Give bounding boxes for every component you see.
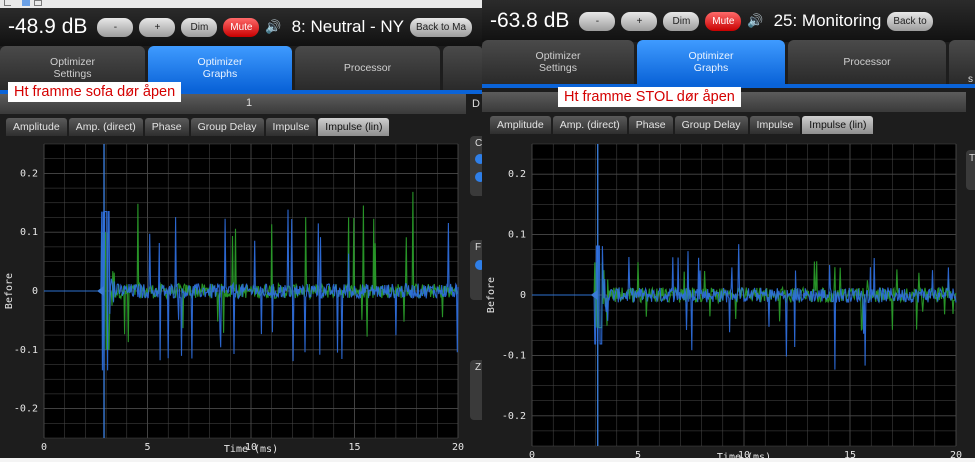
tab-amp-direct[interactable]: Amp. (direct)	[552, 116, 627, 134]
volume-down-button[interactable]: -	[579, 11, 616, 31]
y-tick-label: 0.1	[20, 227, 38, 238]
tab-label-line2: Settings	[539, 62, 577, 74]
radio-icon[interactable]	[475, 154, 482, 164]
tab-phase[interactable]: Phase	[144, 118, 189, 136]
mute-button[interactable]: Mute	[705, 11, 742, 31]
tab-impulse-lin[interactable]: Impulse (lin)	[318, 118, 390, 136]
tab-label-line1: Optimizer	[535, 50, 581, 62]
side-label: Z	[475, 362, 482, 373]
tab-optimizer-settings[interactable]: Optimizer Settings	[482, 40, 634, 84]
x-tick-label: 15	[844, 450, 856, 458]
side-label: D	[472, 98, 480, 110]
speaker-icon: 🔊	[747, 13, 764, 28]
volume-down-button[interactable]: -	[97, 17, 134, 37]
y-axis-label: Before	[4, 273, 15, 309]
y-tick-label: -0.2	[502, 411, 526, 422]
tab-label-line1: Processor	[843, 56, 891, 68]
tab-label-line1: Optimizer	[197, 56, 243, 68]
tab-phase[interactable]: Phase	[628, 116, 673, 134]
volume-readout: -48.9 dB	[8, 15, 88, 38]
x-tick-label: 5	[144, 442, 150, 453]
tab-label-line1: Optimizer	[688, 50, 734, 62]
mute-button[interactable]: Mute	[223, 17, 260, 37]
impulse-chart-svg: 0 5 10 15 200.20.10-0.1-0.2Time (ms)Before	[486, 143, 962, 458]
y-tick-label: -0.1	[14, 345, 38, 356]
tab-label-line1: Optimizer	[50, 56, 95, 68]
back-to-main-button[interactable]: Back to	[887, 11, 933, 31]
side-panel: Z	[470, 360, 482, 420]
tab-amplitude[interactable]: Amplitude	[6, 118, 67, 136]
dirac-panel-right: -63.8 dB - + Dim Mute 🔊 25: Monitoring B…	[482, 0, 975, 458]
tab-optimizer-graphs[interactable]: Optimizer Graphs	[637, 40, 785, 84]
tab-impulse-lin[interactable]: Impulse (lin)	[802, 116, 874, 134]
x-tick-label: 0	[529, 450, 535, 458]
volume-up-button[interactable]: +	[621, 11, 658, 31]
tab-processor[interactable]: Processor	[295, 46, 440, 90]
window-top-strip	[0, 0, 482, 8]
dirac-panel-left: -48.9 dB - + Dim Mute 🔊 8: Neutral - NY …	[0, 8, 482, 458]
preset-name[interactable]: 8: Neutral - NY	[292, 17, 404, 37]
y-tick-label: 0.1	[508, 230, 526, 241]
tab-group-delay[interactable]: Group Delay	[190, 118, 264, 136]
tab-impulse[interactable]: Impulse	[265, 118, 317, 136]
top-bar: -63.8 dB - + Dim Mute 🔊 25: Monitoring B…	[482, 0, 975, 42]
side-label: T	[969, 153, 975, 164]
side-panel: F	[470, 240, 482, 300]
tab-processor[interactable]: Processor	[788, 40, 946, 84]
x-tick-label: 15	[348, 442, 360, 453]
radio-icon[interactable]	[475, 260, 482, 270]
graph-tabs: Amplitude Amp. (direct) Phase Group Dela…	[6, 118, 390, 136]
tab-label-line2: Graphs	[693, 62, 729, 74]
back-to-main-button[interactable]: Back to Ma	[410, 17, 473, 37]
y-tick-label: 0	[520, 290, 526, 301]
y-tick-label: 0.2	[20, 168, 38, 179]
x-axis-label: Time (ms)	[717, 452, 771, 458]
x-tick-label: 0	[41, 442, 47, 453]
impulse-chart: 0 5 10 15 20 0.2 0.1 0 -0.1 -0.2 Time (ms) Before	[482, 134, 966, 458]
annotation-label: Ht framme sofa dør åpen	[8, 82, 182, 102]
tab-label-line1: Processor	[343, 62, 392, 74]
radio-icon[interactable]	[475, 172, 482, 182]
dim-button[interactable]: Dim	[663, 11, 700, 31]
preset-name[interactable]: 25: Monitoring	[774, 11, 882, 31]
x-tick-label: 5	[635, 450, 641, 458]
y-tick-label: -0.2	[14, 404, 38, 415]
x-axis-label: Time (ms)	[224, 444, 278, 455]
tab-amp-direct[interactable]: Amp. (direct)	[68, 118, 143, 136]
tab-label-line2: Graphs	[202, 68, 238, 80]
volume-up-button[interactable]: +	[139, 17, 176, 37]
y-tick-label: 0	[32, 286, 38, 297]
tab-amplitude[interactable]: Amplitude	[490, 116, 551, 134]
tab-label-line2: Settings	[53, 68, 92, 80]
x-tick-label: 20	[452, 442, 464, 453]
top-bar: -48.9 dB - + Dim Mute 🔊 8: Neutral - NY …	[0, 8, 482, 46]
side-panel: T	[966, 150, 975, 190]
impulse-chart: 0 5 10 15 20 0.2 0.1 0 -0.1 -0.2 Time (ms) Before	[0, 136, 468, 458]
side-label: F	[475, 242, 482, 253]
tab-impulse[interactable]: Impulse	[749, 116, 801, 134]
speaker-icon: 🔊	[265, 19, 282, 34]
cursor-icon[interactable]	[22, 0, 30, 6]
box-icon[interactable]	[34, 0, 42, 6]
impulse-chart-svg: 0 5 10 15 200.20.10-0.1-0.2Time (ms)Before	[4, 143, 464, 455]
y-tick-label: -0.1	[502, 350, 526, 361]
graph-header-text: 1	[246, 97, 253, 109]
arrow-icon[interactable]	[4, 0, 11, 6]
volume-readout: -63.8 dB	[490, 9, 570, 32]
graph-tabs: Amplitude Amp. (direct) Phase Group Dela…	[490, 116, 874, 134]
x-tick-label: 20	[950, 450, 962, 458]
side-label: C	[475, 138, 482, 149]
side-label: s	[968, 74, 973, 85]
main-tabs: Optimizer Settings Optimizer Graphs Proc…	[482, 40, 975, 84]
dim-button[interactable]: Dim	[181, 17, 218, 37]
side-panel: C	[470, 136, 482, 196]
y-axis-label: Before	[486, 277, 497, 313]
y-tick-label: 0.2	[508, 169, 526, 180]
annotation-label: Ht framme STOL dør åpen	[558, 87, 741, 107]
tab-group-delay[interactable]: Group Delay	[674, 116, 748, 134]
tab-more[interactable]	[443, 46, 482, 90]
